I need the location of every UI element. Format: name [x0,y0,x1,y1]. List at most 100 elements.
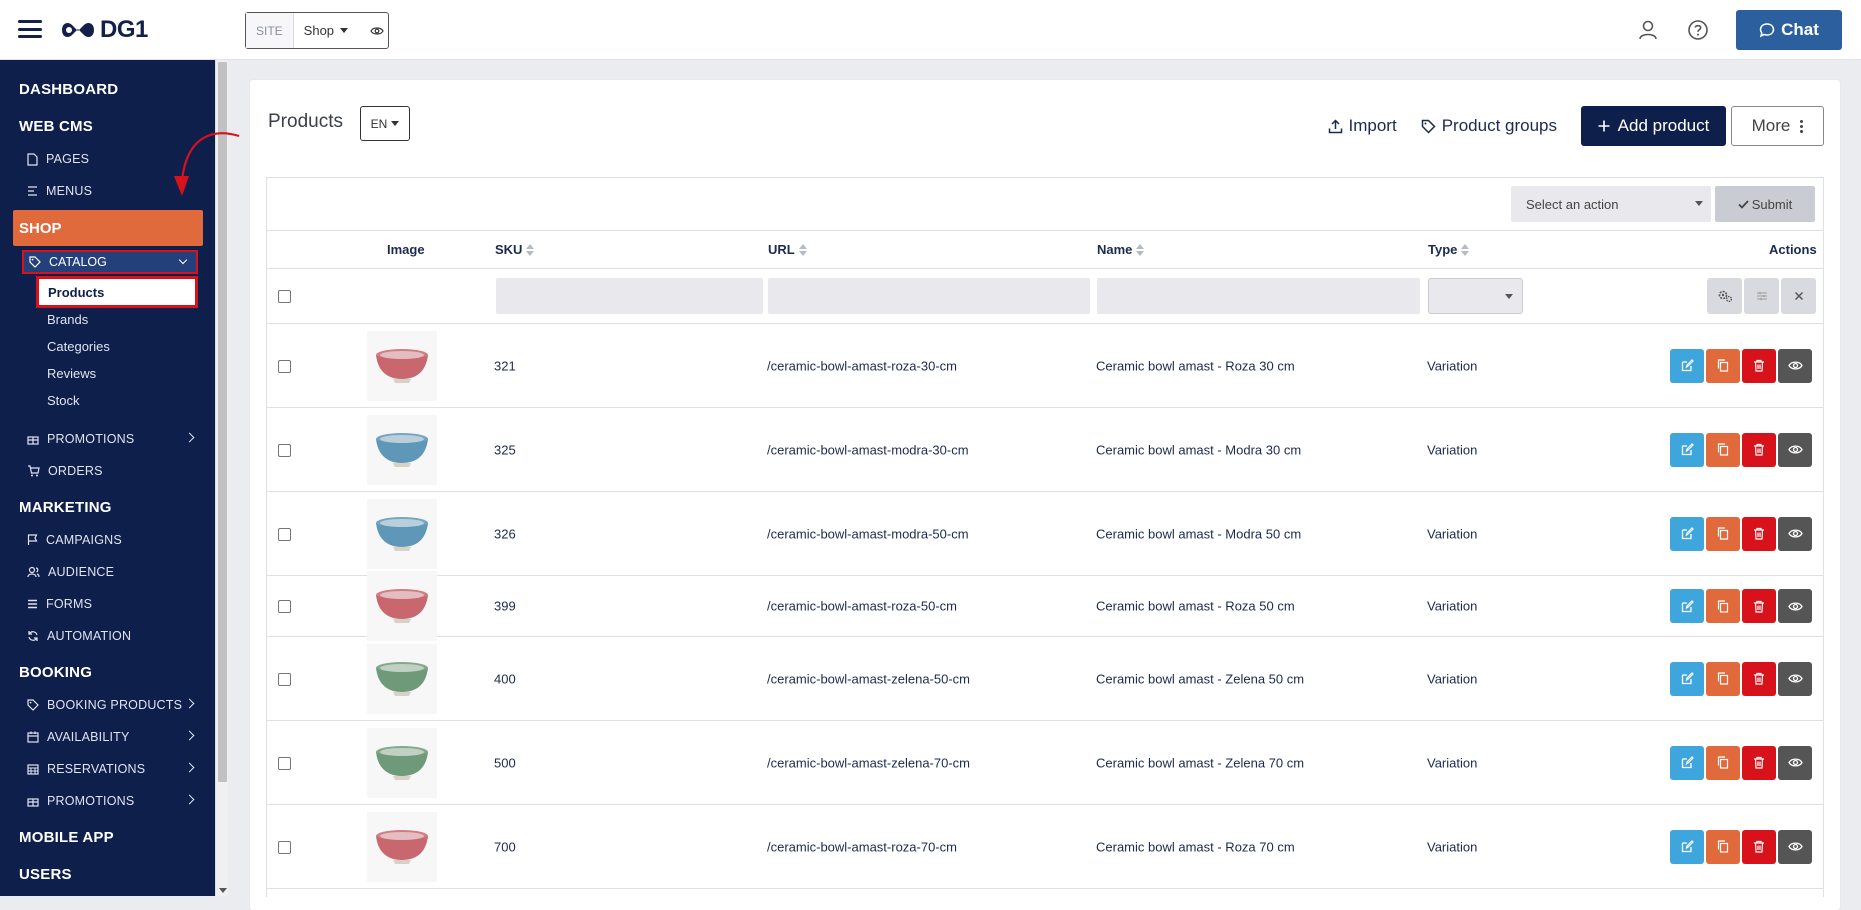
logo[interactable]: DG1 [60,16,148,44]
row-checkbox[interactable] [278,359,291,373]
edit-button[interactable] [1670,589,1704,623]
sort-icon[interactable] [1136,243,1145,256]
filter-settings-button[interactable] [1707,278,1742,314]
sidebar-item-reservations[interactable]: RESERVATIONS [27,762,145,776]
row-checkbox[interactable] [278,840,291,854]
language-dropdown[interactable]: EN [360,106,410,141]
sidebar-subitem-products[interactable]: Products [36,276,198,308]
user-icon[interactable] [1636,18,1660,42]
duplicate-button[interactable] [1706,745,1740,780]
type-filter-select[interactable] [1428,278,1523,314]
edit-button[interactable] [1670,745,1704,780]
name-filter-input[interactable] [1097,278,1420,314]
scroll-down-arrow-icon[interactable] [219,888,227,893]
sort-icon[interactable] [798,243,807,256]
edit-button[interactable] [1670,661,1704,696]
view-button[interactable] [1778,348,1812,383]
bulk-action-select[interactable]: Select an action [1511,186,1711,222]
delete-button[interactable] [1742,589,1776,623]
filter-sliders-button[interactable] [1744,278,1779,314]
column-header-name[interactable]: Name [1097,242,1145,257]
edit-button[interactable] [1670,829,1704,864]
product-thumbnail[interactable] [367,330,437,401]
sidebar-item-pages[interactable]: PAGES [27,152,89,166]
duplicate-button[interactable] [1706,589,1740,623]
row-checkbox[interactable] [278,672,291,686]
edit-button[interactable] [1670,516,1704,551]
delete-button[interactable] [1742,829,1776,864]
duplicate-button[interactable] [1706,829,1740,864]
clear-filters-button[interactable] [1781,278,1816,314]
sort-icon[interactable] [1461,243,1470,256]
edit-button[interactable] [1670,432,1704,467]
sort-icon[interactable] [526,243,535,256]
edit-button[interactable] [1670,348,1704,383]
row-checkbox[interactable] [278,443,291,457]
more-button[interactable]: More [1731,106,1824,146]
eye-icon[interactable] [370,26,384,36]
url-filter-input[interactable] [768,278,1090,314]
add-product-button[interactable]: Add product [1581,106,1726,146]
duplicate-button[interactable] [1706,516,1740,551]
chat-button[interactable]: Chat [1736,10,1842,50]
sidebar-dashboard[interactable]: DASHBOARD [19,81,118,98]
sidebar-shop[interactable]: SHOP [13,210,203,246]
sidebar-item-campaigns[interactable]: CAMPAIGNS [27,533,122,547]
column-header-type[interactable]: Type [1428,242,1470,257]
sidebar-subitem-brands[interactable]: Brands [47,312,88,327]
sidebar-item-automation[interactable]: AUTOMATION [27,629,131,643]
duplicate-button[interactable] [1706,432,1740,467]
delete-button[interactable] [1742,348,1776,383]
submit-button[interactable]: Submit [1715,186,1815,222]
product-thumbnail[interactable] [367,498,437,569]
view-button[interactable] [1778,516,1812,551]
product-thumbnail[interactable] [367,571,437,641]
site-switcher[interactable]: SITE Shop [245,12,389,49]
product-thumbnail[interactable] [367,811,437,882]
delete-button[interactable] [1742,661,1776,696]
product-thumbnail[interactable] [367,414,437,485]
sidebar-booking[interactable]: BOOKING [19,664,92,681]
sidebar-subitem-stock[interactable]: Stock [47,393,80,408]
sku-filter-input[interactable] [496,278,763,314]
view-button[interactable] [1778,661,1812,696]
sidebar-users[interactable]: USERS [19,866,72,883]
product-thumbnail[interactable] [367,643,437,714]
sidebar-item-availability[interactable]: AVAILABILITY [27,730,130,744]
sidebar-subitem-reviews[interactable]: Reviews [47,366,96,381]
help-icon[interactable] [1686,18,1710,42]
row-checkbox[interactable] [278,600,291,613]
sidebar-subitem-categories[interactable]: Categories [47,339,110,354]
sidebar-item-booking-promotions[interactable]: PROMOTIONS [27,794,134,808]
product-groups-button[interactable]: Product groups [1421,116,1557,136]
view-button[interactable] [1778,589,1812,623]
sidebar-webcms[interactable]: WEB CMS [19,118,93,135]
product-thumbnail[interactable] [367,727,437,798]
column-header-url[interactable]: URL [768,242,807,257]
view-button[interactable] [1778,745,1812,780]
sidebar-item-catalog[interactable]: CATALOG [22,250,198,274]
select-all-checkbox[interactable] [278,290,291,303]
row-checkbox[interactable] [278,756,291,770]
sidebar-item-forms[interactable]: FORMS [27,597,92,611]
delete-button[interactable] [1742,516,1776,551]
site-select[interactable]: Shop [294,23,384,38]
duplicate-button[interactable] [1706,348,1740,383]
sidebar-item-booking-products[interactable]: BOOKING PRODUCTS [27,698,182,712]
delete-button[interactable] [1742,432,1776,467]
sidebar-item-menus[interactable]: MENUS [27,184,92,198]
column-header-sku[interactable]: SKU [495,242,535,257]
row-checkbox[interactable] [278,527,291,541]
sidebar-marketing[interactable]: MARKETING [19,499,112,516]
hamburger-menu-icon[interactable] [18,20,42,38]
sidebar-mobile-app[interactable]: MOBILE APP [19,829,114,846]
table-row: 321/ceramic-bowl-amast-roza-30-cm Ceramic… [267,324,1823,408]
duplicate-button[interactable] [1706,661,1740,696]
sidebar-item-shop-promotions[interactable]: PROMOTIONS [27,432,197,446]
sidebar-item-orders[interactable]: ORDERS [27,464,103,478]
import-button[interactable]: Import [1328,116,1397,136]
view-button[interactable] [1778,432,1812,467]
delete-button[interactable] [1742,745,1776,780]
view-button[interactable] [1778,829,1812,864]
sidebar-item-audience[interactable]: AUDIENCE [27,565,114,579]
